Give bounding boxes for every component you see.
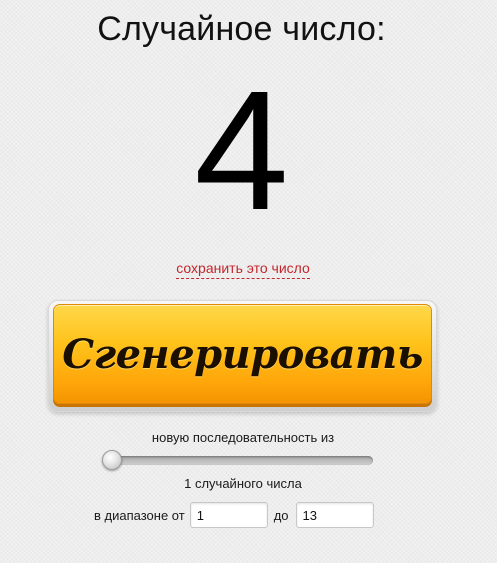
- save-number-link[interactable]: сохранить это число: [176, 260, 310, 279]
- range-row: в диапазоне от до: [94, 501, 374, 529]
- sequence-label: новую последовательность из: [151, 430, 335, 445]
- count-slider-track[interactable]: [106, 456, 373, 465]
- generate-button-label: Сгенерировать: [62, 330, 423, 378]
- range-to-input[interactable]: [295, 502, 374, 528]
- save-number-container: сохранить это число: [0, 260, 486, 279]
- range-to-label: до: [273, 507, 289, 523]
- generate-button-face[interactable]: Сгенерировать: [53, 304, 432, 404]
- count-slider-handle[interactable]: [102, 450, 122, 470]
- page-title: Случайное число:: [97, 10, 386, 48]
- range-from-input[interactable]: [189, 502, 268, 528]
- count-label: 1 случайного числа: [184, 476, 302, 491]
- range-from-label: в диапазоне от: [94, 507, 185, 523]
- generate-button[interactable]: Сгенерировать: [48, 300, 437, 412]
- random-number-display: 4: [194, 56, 289, 246]
